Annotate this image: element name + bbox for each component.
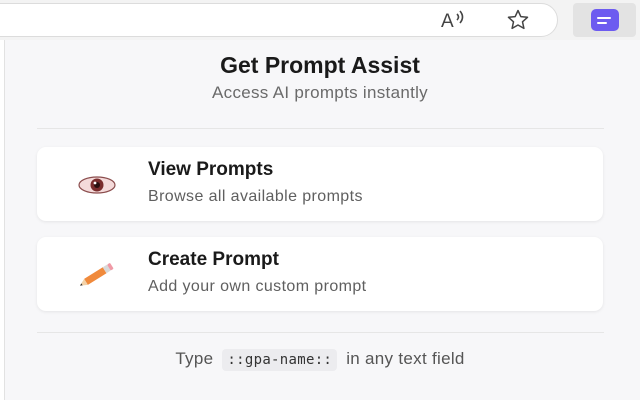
popup-title: Get Prompt Assist xyxy=(220,52,420,78)
eye-icon xyxy=(75,171,119,199)
view-prompts-button[interactable]: View Prompts Browse all available prompt… xyxy=(37,147,603,221)
usage-hint-suffix: in any text field xyxy=(346,349,465,368)
card-title: View Prompts xyxy=(148,159,274,180)
favorite-button[interactable] xyxy=(503,5,533,35)
card-description: Browse all available prompts xyxy=(148,188,363,205)
usage-hint: Type ::gpa-name:: in any text field xyxy=(0,349,640,371)
divider xyxy=(37,128,604,129)
create-prompt-button[interactable]: Create Prompt Add your own custom prompt xyxy=(37,237,603,311)
read-aloud-button[interactable]: A xyxy=(439,5,469,35)
star-outline-icon xyxy=(507,9,529,30)
address-bar[interactable] xyxy=(0,3,558,37)
pencil-icon xyxy=(75,261,119,289)
prompt-assist-extension-button[interactable] xyxy=(573,3,636,37)
shortcut-code: ::gpa-name:: xyxy=(222,349,338,371)
card-description: Add your own custom prompt xyxy=(148,278,367,295)
read-aloud-icon: A xyxy=(441,10,464,32)
popup-subtitle: Access AI prompts instantly xyxy=(212,83,428,102)
divider xyxy=(37,332,604,333)
usage-hint-prefix: Type xyxy=(175,349,214,368)
card-title: Create Prompt xyxy=(148,249,279,270)
browser-toolbar: A xyxy=(0,0,640,40)
prompt-assist-extension-icon xyxy=(590,9,619,31)
svg-text:A: A xyxy=(441,11,454,32)
